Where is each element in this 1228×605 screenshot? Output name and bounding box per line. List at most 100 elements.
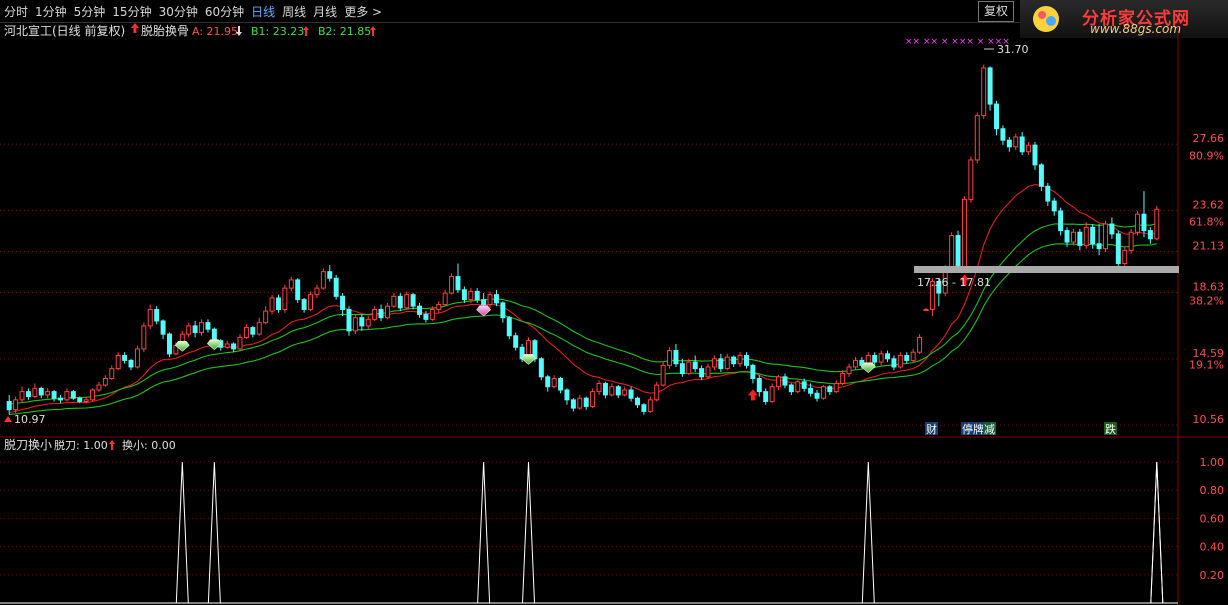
candle-body-178 [1147,230,1153,240]
candle-body-1 [13,399,19,411]
candle-body-47 [308,294,314,310]
candle-body-42 [275,297,281,310]
fuquan-button[interactable]: 复权 [978,1,1015,22]
candle-body-11 [77,397,83,402]
candle-body-91 [590,391,596,407]
candle-body-109 [705,366,711,378]
sub-spike-6 [1150,462,1164,604]
period-tab-7[interactable]: 周线 [282,5,306,19]
candle-body-169 [1090,226,1096,245]
candle-body-107 [692,361,698,370]
candle-body-70 [455,276,461,291]
candle-body-127 [820,386,826,399]
candle-body-17 [115,354,121,370]
pink-gem-icon-0 [476,305,492,317]
candle-body-63 [410,294,416,307]
candle-body-6 [45,391,51,396]
candle-body-125 [808,387,814,394]
marker-jian: 减 [984,423,995,436]
candle-body-34 [224,343,230,348]
candle-body-171 [1103,223,1108,250]
marker-cai: 财 [926,422,937,436]
candle-body-16 [109,368,115,379]
candle-body-138 [891,358,897,368]
candle-body-174 [1122,249,1128,264]
candle-body-104 [673,350,679,365]
period-tab-4[interactable]: 30分钟 [159,5,198,19]
candle-body-132 [852,359,858,368]
period-tab-2[interactable]: 5分钟 [74,5,106,19]
up-arrow-small-icon-2 [370,26,376,36]
pct-tick-label-0: 19.1% [1189,358,1224,371]
candle-body-163 [1051,200,1057,212]
candle-body-101 [654,384,660,401]
y-tick-label-2: 18.63 [1193,281,1225,294]
sub-y-tick-3: 0.80 [1200,484,1225,497]
candle-body-9 [64,391,70,401]
candle-body-128 [827,386,833,393]
candle-body-175 [1128,231,1134,251]
period-tab-9[interactable]: 更多 > [344,5,382,19]
green-gem-icon-2 [521,354,536,365]
candle-body-37 [243,327,249,338]
candle-body-18 [122,354,128,361]
high-label: 31.70 [997,43,1029,56]
candle-body-146 [942,267,948,294]
logo-url: www.88gs.com [1090,22,1182,36]
candle-body-100 [647,399,653,412]
candle-body-172 [1109,223,1115,235]
candle-body-162 [1045,185,1051,202]
pct-tick-label-3: 80.9% [1189,150,1224,163]
buy-arrow-icon-0 [747,389,758,401]
period-tab-5[interactable]: 60分钟 [205,5,244,19]
pct-tick-label-1: 38.2% [1189,294,1224,307]
y-tick-label-0: 10.56 [1193,413,1225,426]
green-gem-icon-1 [206,339,222,351]
candle-body-112 [724,356,730,370]
candle-body-137 [885,353,891,360]
candle-body-22 [147,308,153,327]
candle-body-75 [487,294,493,306]
candle-body-28 [186,325,192,335]
legend-b2: B2: 21.85 [318,25,371,38]
candle-body-93 [602,382,608,396]
candle-body-48 [314,287,320,296]
candle-body-53 [346,308,352,332]
candle-body-61 [397,295,403,309]
candle-body-161 [1038,164,1044,187]
period-tab-6[interactable]: 日线 [251,5,275,19]
candle-body-58 [378,308,384,319]
b1-line [9,184,1157,414]
logo-icon [1033,6,1059,32]
period-tab-1[interactable]: 1分钟 [35,5,67,19]
candle-body-88 [570,399,576,409]
candle-body-157 [1013,136,1019,148]
period-tab-3[interactable]: 15分钟 [112,5,151,19]
candle-body-38 [250,327,256,335]
candle-body-64 [417,305,423,315]
y-tick-label-5: 27.66 [1193,132,1225,145]
candle-body-133 [859,359,865,366]
b1-series [9,184,1157,414]
candle-body-165 [1064,230,1070,243]
candle-body-168 [1083,226,1089,246]
candle-body-141 [910,351,916,361]
sub-y-tick-4: 1.00 [1200,456,1225,469]
legend-a: A: 21.95 [192,25,238,38]
candle-body-3 [25,391,31,398]
candle-body-76 [493,294,499,304]
period-tab-0[interactable]: 分时 [4,5,28,19]
candle-body-98 [635,397,640,406]
candle-body-131 [846,366,852,375]
candle-body-20 [134,348,140,368]
candle-body-120 [776,376,782,388]
candle-body-170 [1096,243,1102,250]
green-gem-icon-0 [174,340,190,352]
candle-body-108 [699,368,705,378]
y-tick-label-3: 21.13 [1193,239,1225,252]
site-logo: 分析家公式网 www.88gs.com [1020,0,1228,38]
period-tab-8[interactable]: 月线 [313,5,337,19]
candle-body-35 [231,343,237,350]
candle-body-40 [263,310,269,324]
candle-body-46 [301,299,307,310]
